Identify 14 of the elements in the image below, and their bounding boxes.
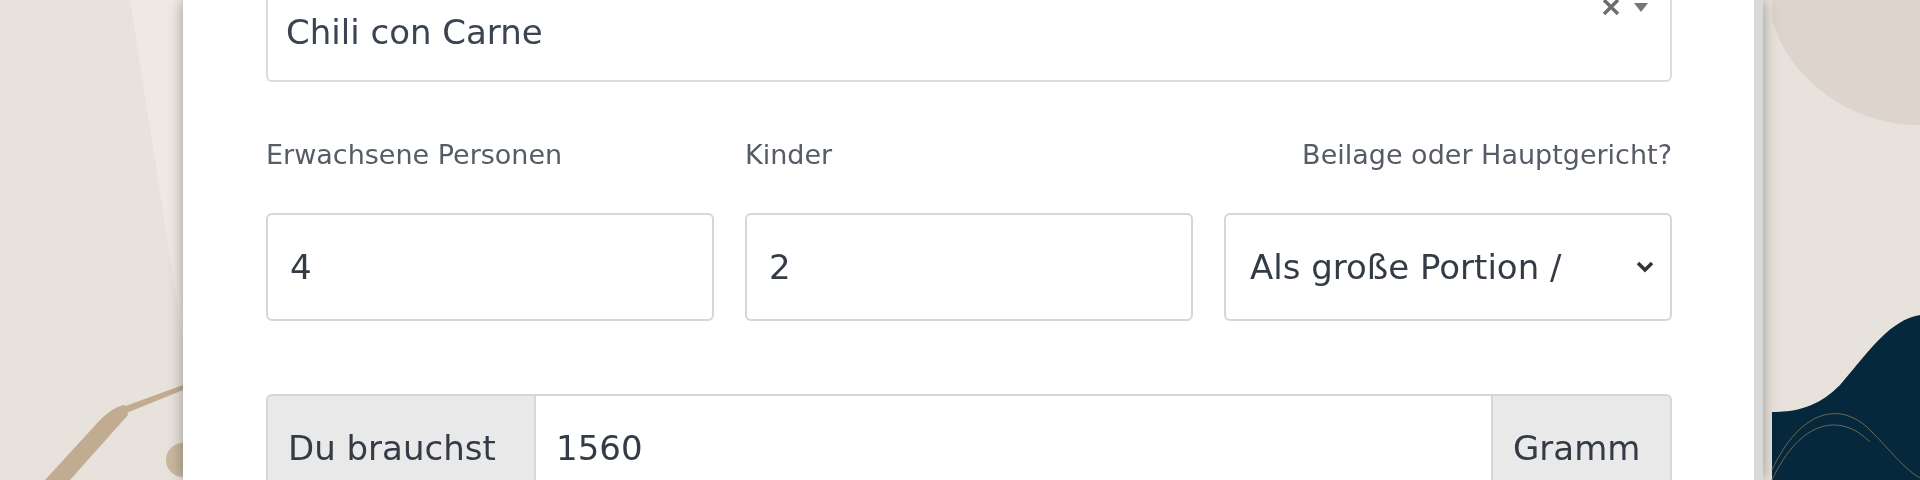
field-label: Erwachsene Personen [266,138,563,172]
prefix-label: Du brauchst [266,394,536,480]
recipe-select[interactable]: Chili con Carne [266,0,1672,82]
clear-icon[interactable] [1602,0,1620,16]
result-field[interactable]: 1560 [536,394,1491,480]
select-field[interactable]: Als große Portion / [1224,213,1672,321]
caret-down-icon[interactable] [1634,3,1648,13]
input-field[interactable]: 2 [745,213,1193,321]
field-label: Kinder [745,138,833,172]
field-label: Beilage oder Hauptgericht? [1302,138,1672,172]
chevron-down-icon [1636,261,1654,273]
unit-label: Gramm [1491,394,1672,480]
input-field[interactable]: 4 [266,213,714,321]
selected-recipe: Chili con Carne [286,12,543,52]
